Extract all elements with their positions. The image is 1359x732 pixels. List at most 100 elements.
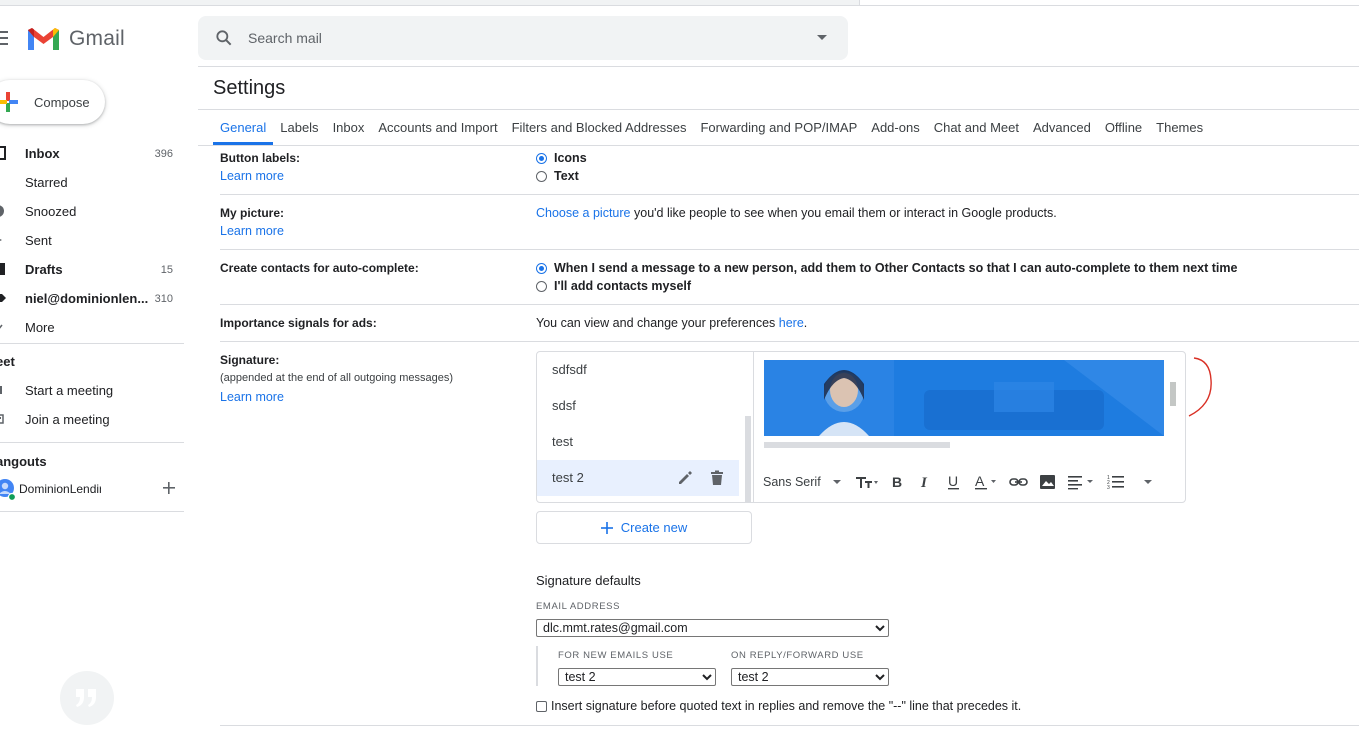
label-icon	[0, 291, 6, 305]
font-family-select[interactable]: Sans Serif	[763, 475, 841, 489]
email-address-caption: EMAIL ADDRESS	[536, 601, 620, 612]
tab-forwarding[interactable]: Forwarding and POP/IMAP	[693, 115, 864, 145]
sidebar-item-inbox[interactable]: Inbox 396	[0, 139, 184, 168]
radio-text[interactable]	[536, 170, 547, 182]
trash-icon[interactable]	[710, 470, 724, 486]
hangouts-user-name: DominionLendir	[19, 482, 101, 496]
email-address-select[interactable]: dlc.mmt.rates@gmail.com	[536, 619, 889, 637]
main-menu-icon[interactable]	[0, 28, 14, 48]
start-meeting-item[interactable]: Start a meeting	[0, 376, 184, 405]
radio-manual-add[interactable]	[536, 280, 547, 292]
compose-button[interactable]: Compose	[0, 80, 105, 124]
add-contact-icon[interactable]	[162, 481, 176, 495]
create-new-signature-button[interactable]: Create new	[536, 511, 752, 544]
signature-item[interactable]: test	[537, 424, 753, 460]
my-picture-label: My picture:	[220, 206, 285, 220]
tab-advanced[interactable]: Advanced	[1026, 115, 1098, 145]
more-formatting-icon[interactable]	[1143, 479, 1153, 485]
insert-signature-option[interactable]: Insert signature before quoted text in r…	[536, 699, 1021, 713]
editor-vertical-scrollbar[interactable]	[1170, 382, 1176, 406]
font-size-icon[interactable]	[855, 474, 879, 490]
underline-icon[interactable]: U	[945, 474, 963, 490]
sidebar-item-sent[interactable]: Sent	[0, 226, 184, 255]
tab-accounts[interactable]: Accounts and Import	[371, 115, 504, 145]
edit-icon[interactable]	[677, 470, 693, 486]
search-icon[interactable]	[214, 28, 234, 48]
radio-auto-add[interactable]	[536, 262, 547, 274]
svg-text:B: B	[892, 474, 902, 490]
radio-icons[interactable]	[536, 152, 547, 164]
tab-chat-meet[interactable]: Chat and Meet	[927, 115, 1026, 145]
contacts-auto-option[interactable]: When I send a message to a new person, a…	[536, 261, 1237, 275]
tab-filters[interactable]: Filters and Blocked Addresses	[505, 115, 694, 145]
sidebar-item-drafts[interactable]: Drafts 15	[0, 255, 184, 284]
image-horizontal-scrollbar[interactable]	[764, 442, 950, 448]
button-labels-icons-option[interactable]: Icons	[536, 151, 587, 165]
sidebar-item-label: Snoozed	[25, 204, 77, 219]
sidebar-nav: Inbox 396 Starred Snoozed Sent Drafts 15…	[0, 139, 184, 342]
ads-label: Importance signals for ads:	[220, 316, 377, 330]
plus-icon	[600, 521, 613, 534]
bold-icon[interactable]: B	[889, 474, 907, 490]
hangouts-heading: angouts	[0, 454, 47, 469]
signature-item[interactable]: sdfsdf	[537, 352, 753, 388]
row-divider	[220, 304, 1359, 305]
sidebar-item-label: Starred	[25, 175, 68, 190]
sidebar-item-snoozed[interactable]: Snoozed	[0, 197, 184, 226]
radio-label: Icons	[554, 151, 587, 165]
sidebar-item-starred[interactable]: Starred	[0, 168, 184, 197]
ads-period: .	[803, 316, 808, 330]
gmail-logo[interactable]: Gmail	[26, 24, 125, 54]
search-input[interactable]	[248, 30, 788, 46]
signature-item[interactable]: sdsf	[537, 388, 753, 424]
svg-text:A: A	[975, 474, 985, 489]
numbered-list-icon[interactable]: 123	[1107, 474, 1127, 490]
hangouts-user[interactable]: DominionLendir	[0, 479, 184, 501]
sidebar-item-label-account[interactable]: niel@dominionlen... 310	[0, 284, 184, 313]
signature-item-selected[interactable]: test 2	[537, 460, 739, 496]
ads-value: You can view and change your preferences…	[536, 316, 807, 330]
search-bar[interactable]	[198, 16, 848, 60]
tab-general[interactable]: General	[213, 115, 274, 145]
tab-labels[interactable]: Labels	[273, 115, 325, 145]
new-emails-signature-select[interactable]: test 2	[558, 668, 716, 686]
reply-forward-signature-select[interactable]: test 2	[731, 668, 889, 686]
tab-addons[interactable]: Add-ons	[864, 115, 926, 145]
my-picture-text: you'd like people to see when you email …	[630, 206, 1057, 220]
insert-image-icon[interactable]	[1039, 474, 1057, 490]
choose-picture-link[interactable]: Choose a picture	[536, 206, 631, 220]
join-meeting-item[interactable]: Join a meeting	[0, 405, 184, 434]
my-picture-learn-more[interactable]: Learn more	[220, 224, 284, 238]
link-icon[interactable]	[1008, 474, 1029, 490]
signature-item-label: test 2	[552, 470, 584, 485]
signature-sub: (appended at the end of all outgoing mes…	[220, 372, 453, 384]
search-options-icon[interactable]	[816, 34, 828, 42]
tab-offline[interactable]: Offline	[1098, 115, 1149, 145]
radio-label: When I send a message to a new person, a…	[554, 261, 1238, 275]
button-labels-learn-more[interactable]: Learn more	[220, 169, 284, 183]
ads-text: You can view and change your preferences	[536, 316, 779, 330]
italic-icon[interactable]: I	[917, 474, 935, 490]
chevron-down-icon	[0, 320, 6, 334]
sidebar-item-more[interactable]: More	[0, 313, 184, 342]
reply-forward-caption: ON REPLY/FORWARD USE	[731, 650, 864, 661]
tab-themes[interactable]: Themes	[1149, 115, 1210, 145]
contacts-manual-option[interactable]: I'll add contacts myself	[536, 279, 691, 293]
sidebar-item-label: Inbox	[25, 146, 60, 161]
list-scrollbar[interactable]	[745, 416, 751, 502]
sidebar-item-label: More	[25, 320, 55, 335]
insert-signature-checkbox[interactable]	[536, 700, 547, 712]
tab-inbox[interactable]: Inbox	[326, 115, 372, 145]
meet-item-label: Join a meeting	[25, 412, 110, 427]
button-labels-text-option[interactable]: Text	[536, 169, 579, 183]
signature-learn-more[interactable]: Learn more	[220, 390, 284, 404]
contacts-label: Create contacts for auto-complete:	[220, 261, 419, 275]
align-icon[interactable]	[1067, 474, 1097, 490]
meet-item-label: Start a meeting	[25, 383, 114, 398]
gmail-m-icon	[28, 28, 59, 50]
avatar	[0, 479, 18, 501]
star-icon	[0, 175, 6, 189]
ads-here-link[interactable]: here	[779, 316, 804, 330]
text-color-icon[interactable]: A	[973, 474, 999, 490]
hangouts-quote-icon[interactable]	[60, 671, 114, 725]
